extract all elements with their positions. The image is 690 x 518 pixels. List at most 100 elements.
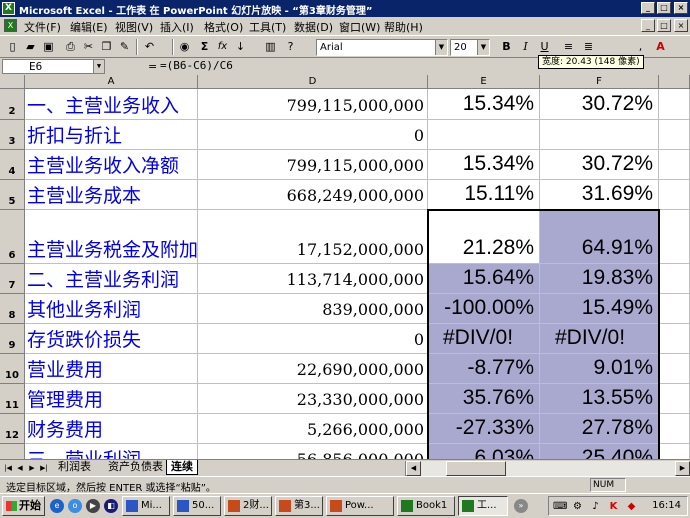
align-center-icon[interactable]: ≣	[580, 39, 597, 55]
cell-ratio-e[interactable]: #DIV/0!	[428, 324, 540, 354]
keyboard-icon[interactable]: ⌨	[553, 500, 567, 513]
row-header[interactable]: 3	[0, 120, 25, 150]
cell-amount[interactable]: 799,115,000,000	[198, 150, 428, 180]
cell-ratio-e[interactable]: 15.34%	[428, 150, 540, 180]
cell-ratio-e[interactable]: -8.77%	[428, 354, 540, 384]
cell-label-text[interactable]: 财务费用	[27, 420, 103, 441]
function-button[interactable]: fx	[214, 39, 231, 55]
cell-label-text[interactable]: 主营业务收入净额	[27, 156, 179, 177]
menu-view[interactable]: 视图(V)	[115, 19, 153, 35]
last-sheet-icon[interactable]: ▶|	[38, 462, 50, 474]
cell-amount[interactable]: 113,714,000,000	[198, 264, 428, 294]
minimize-button[interactable]: _	[641, 2, 655, 14]
media-player-icon[interactable]: ▶	[86, 499, 100, 513]
cell-label[interactable]: 财务费用	[25, 414, 198, 444]
cell-ratio-e[interactable]: -27.33%	[428, 414, 540, 444]
format-painter-icon[interactable]: ✎	[116, 39, 133, 55]
chevron-down-icon[interactable]: ▼	[435, 40, 447, 55]
row-header[interactable]: 6	[0, 210, 25, 264]
cell-amount[interactable]: 17,152,000,000	[198, 210, 428, 264]
cell-ratio-f[interactable]: 15.49%	[540, 294, 659, 324]
cell-label-text[interactable]: 二、主营业务利润	[27, 270, 179, 291]
cell-label[interactable]: 存货跌价损失	[25, 324, 198, 354]
cell-amount[interactable]: 668,249,000,000	[198, 180, 428, 210]
menu-file[interactable]: 文件(F)	[24, 19, 61, 35]
cell-label-text[interactable]: 折扣与折让	[27, 126, 122, 147]
horizontal-scrollbar[interactable]: ◀ ▶	[405, 461, 690, 476]
workbook-icon[interactable]: X	[4, 19, 17, 32]
close-button[interactable]: ×	[674, 2, 688, 14]
taskbar-button-2[interactable]: 50...	[173, 496, 221, 516]
column-header-f[interactable]: F	[540, 75, 659, 89]
first-sheet-icon[interactable]: |◀	[2, 462, 14, 474]
cell-empty[interactable]	[659, 120, 690, 150]
cell-ratio-f[interactable]: 9.01%	[540, 354, 659, 384]
font-size-select[interactable]: 20 ▼	[450, 39, 490, 56]
row-header[interactable]: 8	[0, 294, 25, 324]
maximize-button[interactable]: □	[657, 2, 671, 14]
scroll-left-icon[interactable]: ◀	[406, 461, 421, 476]
formula-input[interactable]: =(B6-C6)/C6	[160, 59, 540, 74]
font-color-icon[interactable]: A	[652, 39, 669, 55]
cell-empty[interactable]	[659, 89, 690, 120]
cell-amount[interactable]: 56,856,000,000	[198, 444, 428, 459]
hyperlink-icon[interactable]: ◉	[176, 39, 193, 55]
column-header-g[interactable]	[659, 75, 690, 89]
scroll-thumb[interactable]	[446, 461, 506, 476]
row-header[interactable]: 10	[0, 354, 25, 384]
cell-ratio-f[interactable]: 31.69%	[540, 180, 659, 210]
outlook-icon[interactable]: o	[68, 499, 82, 513]
row-header[interactable]: 2	[0, 89, 25, 120]
input-method-icon[interactable]: ◆	[625, 500, 638, 513]
cell-empty[interactable]	[659, 324, 690, 354]
cell-label-text[interactable]: 其他业务利润	[27, 300, 141, 321]
cell-label[interactable]: 主营业务税金及附加	[25, 210, 198, 264]
select-all-corner[interactable]	[0, 75, 25, 89]
cell-ratio-e[interactable]: 15.34%	[428, 89, 540, 120]
undo-icon[interactable]: ↶	[141, 39, 158, 55]
cell-empty[interactable]	[659, 414, 690, 444]
menu-edit[interactable]: 编辑(E)	[70, 19, 108, 35]
underline-button[interactable]: U	[536, 39, 553, 55]
cell-amount[interactable]: 22,690,000,000	[198, 354, 428, 384]
taskbar-button-7[interactable]: 工...	[458, 496, 508, 516]
italic-button[interactable]: I	[517, 39, 534, 55]
bold-button[interactable]: B	[498, 39, 515, 55]
cell-amount[interactable]: 839,000,000	[198, 294, 428, 324]
comma-style-icon[interactable]: ,	[632, 39, 649, 55]
cell-ratio-f[interactable]: 19.83%	[540, 264, 659, 294]
sort-ascending-icon[interactable]: ↓	[232, 39, 249, 55]
cell-ratio-e[interactable]: 35.76%	[428, 384, 540, 414]
cell-label-text[interactable]: 主营业务成本	[27, 186, 141, 207]
cell-empty[interactable]	[659, 444, 690, 459]
cell-amount[interactable]: 23,330,000,000	[198, 384, 428, 414]
cell-label-text[interactable]: 营业费用	[27, 360, 103, 381]
cell-ratio-f[interactable]	[540, 120, 659, 150]
row-header[interactable]: 13	[0, 444, 25, 459]
row-header[interactable]: 11	[0, 384, 25, 414]
cell-empty[interactable]	[659, 180, 690, 210]
desktop-icon[interactable]: ◧	[104, 499, 118, 513]
cell-ratio-f[interactable]: 30.72%	[540, 89, 659, 120]
row-header[interactable]: 7	[0, 264, 25, 294]
cell-label[interactable]: 折扣与折让	[25, 120, 198, 150]
cell-label[interactable]: 主营业务收入净额	[25, 150, 198, 180]
cell-label[interactable]: 其他业务利润	[25, 294, 198, 324]
print-icon[interactable]: ⎙	[62, 39, 79, 55]
cell-amount[interactable]: 799,115,000,000	[198, 89, 428, 120]
cell-ratio-e[interactable]: -100.00%	[428, 294, 540, 324]
taskbar-button-1[interactable]: Mi...	[122, 496, 170, 516]
cell-label[interactable]: 营业费用	[25, 354, 198, 384]
network-icon[interactable]: ⚙	[571, 500, 584, 513]
cell-label[interactable]: 主营业务成本	[25, 180, 198, 210]
tab-balance-sheet[interactable]: 资产负债表	[104, 460, 167, 475]
row-header[interactable]: 9	[0, 324, 25, 354]
column-header-e[interactable]: E	[428, 75, 540, 89]
cell-ratio-f[interactable]: 25.40%	[540, 444, 659, 459]
row-header[interactable]: 12	[0, 414, 25, 444]
taskbar-button-3[interactable]: 2财...	[224, 496, 272, 516]
cell-empty[interactable]	[659, 150, 690, 180]
cell-ratio-f[interactable]: #DIV/0!	[540, 324, 659, 354]
ie-icon[interactable]: e	[50, 499, 64, 513]
font-name-select[interactable]: Arial ▼	[316, 39, 448, 56]
